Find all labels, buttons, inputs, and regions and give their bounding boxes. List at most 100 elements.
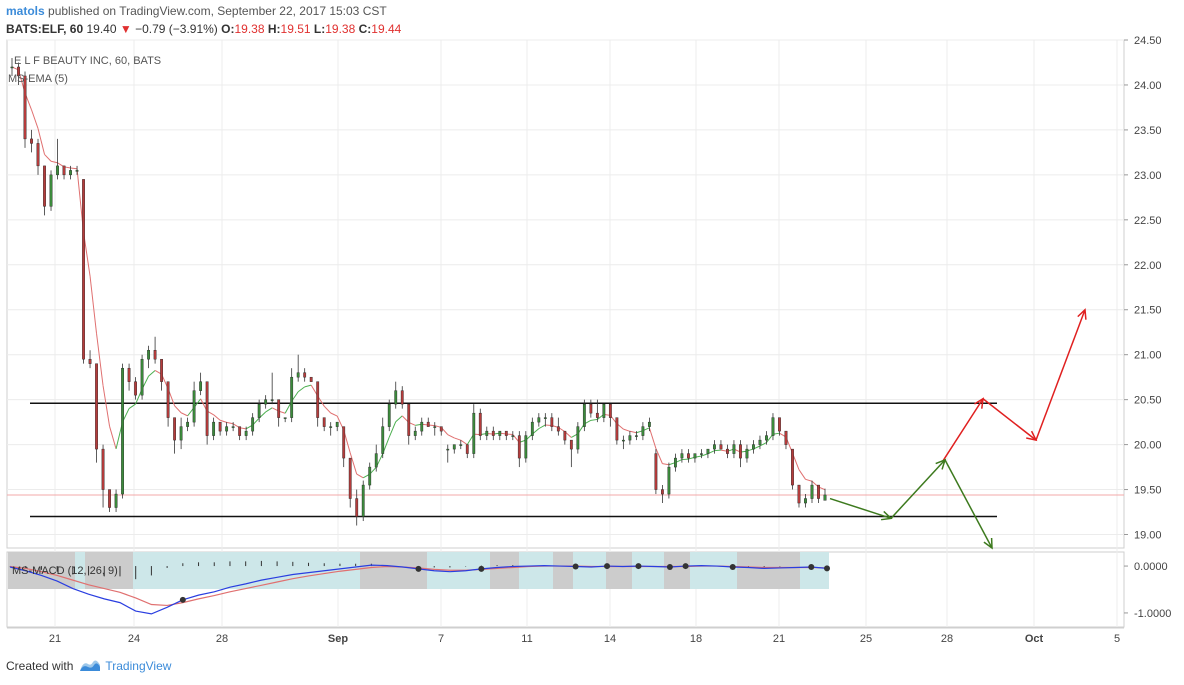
candle-body — [439, 426, 443, 432]
macd-cross-dot — [635, 563, 642, 570]
candle-body — [641, 426, 645, 436]
candle-body — [179, 426, 183, 441]
candle-body — [556, 426, 560, 432]
candle-body — [647, 421, 651, 427]
candle-body — [88, 358, 92, 364]
date-tick-label: 21 — [773, 633, 785, 645]
candle-body — [36, 143, 40, 167]
candle-body — [654, 453, 658, 490]
ema-indicator-label: MS-EMA (5) — [8, 73, 68, 85]
candle-body — [752, 444, 755, 450]
candle-body — [693, 453, 697, 459]
macd-tick-label: -1.0000 — [1134, 608, 1171, 620]
macd-shade-gray — [737, 552, 800, 589]
candle-body — [387, 403, 391, 427]
candle-body — [231, 426, 235, 428]
macd-shade-cyan — [800, 552, 829, 589]
date-tick-label: 21 — [49, 633, 61, 645]
price-tick-label: 20.00 — [1134, 440, 1162, 452]
candle-body — [602, 403, 606, 418]
candle-body — [465, 444, 469, 454]
price-chart[interactable]: 24.50 24.00 23.50 23.00 22.50 22.00 21.50 21.00… — [0, 0, 1184, 685]
candle-body — [381, 426, 385, 454]
price-tick-label: 20.50 — [1134, 395, 1162, 407]
candle-body — [511, 435, 515, 437]
candle-body — [394, 390, 398, 405]
candle-body — [75, 170, 79, 172]
candle-body — [49, 174, 53, 207]
candle-body — [212, 421, 216, 436]
price-tick-label: 23.50 — [1134, 125, 1162, 137]
candle-body — [251, 417, 255, 432]
macd-shade-gray — [553, 552, 573, 589]
footer: Created with TradingView — [6, 659, 171, 673]
macd-cross-dot — [572, 563, 579, 570]
candle-body — [400, 390, 404, 405]
candle-body — [199, 381, 203, 391]
candle-body — [205, 381, 209, 436]
candle-body — [628, 435, 632, 441]
macd-shade-gray — [664, 552, 690, 589]
candle-body — [576, 426, 580, 450]
candle-body — [283, 417, 287, 419]
candle-body — [140, 358, 144, 396]
candle-body — [121, 367, 124, 495]
candle-body — [667, 466, 671, 495]
candle-body — [791, 448, 794, 486]
tradingview-link[interactable]: TradingView — [79, 659, 171, 673]
candle-body — [608, 403, 612, 418]
candle-body — [56, 165, 59, 176]
candle-body — [823, 494, 827, 501]
candle-body — [459, 444, 463, 446]
candle-body — [101, 448, 105, 490]
candle-body — [784, 430, 788, 445]
candle-body — [745, 448, 749, 459]
candle-body — [147, 349, 150, 360]
candle-body — [713, 444, 716, 450]
price-tick-label: 21.50 — [1134, 305, 1162, 317]
candle-body — [114, 493, 118, 508]
date-tick-label: 14 — [604, 633, 616, 645]
candle-body — [186, 421, 190, 427]
candle-body — [173, 417, 176, 441]
price-tick-label: 23.00 — [1134, 170, 1162, 182]
price-tick-label: 22.50 — [1134, 215, 1162, 227]
candle-body — [10, 66, 14, 69]
candle-body — [674, 457, 677, 468]
macd-shade-cyan — [690, 552, 737, 589]
candle-body — [322, 417, 326, 427]
chart-title: E L F BEAUTY INC, 60, BATS — [14, 55, 161, 67]
date-tick-label: Oct — [1025, 633, 1044, 645]
candle-body — [446, 448, 450, 451]
candle-body — [108, 489, 111, 508]
candle-body — [804, 498, 807, 504]
candle-body — [524, 435, 528, 459]
candle-body — [368, 466, 372, 486]
candle-body — [634, 435, 638, 437]
candle-body — [329, 426, 333, 428]
macd-shade-cyan — [519, 552, 553, 589]
date-tick-label: 11 — [521, 633, 532, 645]
candle-body — [661, 489, 664, 495]
created-with-text: Created with — [6, 659, 74, 673]
candle-body — [296, 372, 300, 378]
price-pane — [6, 39, 1125, 549]
candle-body — [264, 399, 268, 405]
candle-body — [355, 498, 359, 517]
candle-body — [82, 179, 85, 360]
candle-body — [732, 444, 736, 454]
candle-body — [23, 75, 27, 140]
candle-body — [758, 439, 762, 445]
candle-body — [160, 358, 163, 382]
candle-body — [817, 484, 820, 499]
candle-body — [348, 457, 352, 499]
date-tick-label: 28 — [216, 633, 228, 645]
candle-body — [771, 417, 775, 436]
candle-body — [218, 421, 222, 432]
tradingview-brand: TradingView — [105, 659, 172, 673]
candle-body — [361, 484, 365, 517]
candle-body — [700, 453, 703, 455]
candle-body — [739, 444, 742, 459]
candle-body — [303, 372, 307, 378]
date-tick-label: 28 — [941, 633, 953, 645]
